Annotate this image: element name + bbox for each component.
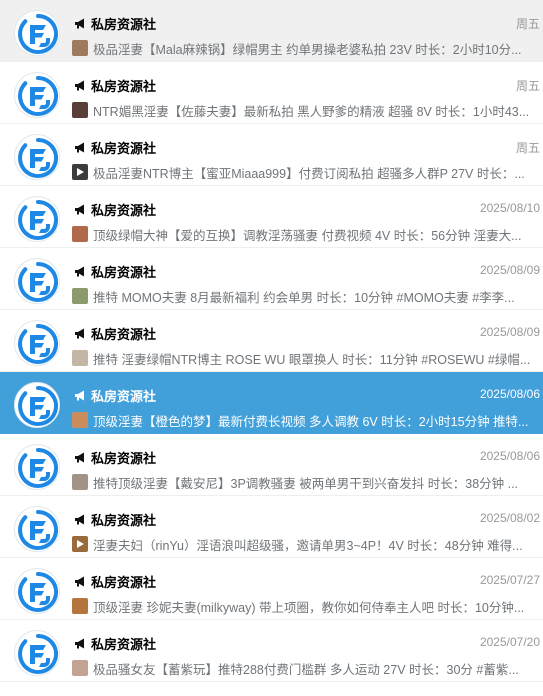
message-thumbnail <box>72 474 88 490</box>
megaphone-icon <box>74 203 87 216</box>
chat-date: 2025/08/09 <box>479 263 540 277</box>
chat-list-item[interactable]: 私房资源社 2025/08/09 推特 MOMO夫妻 8月最新福利 约会单男 时… <box>0 248 543 310</box>
chat-list-item[interactable]: 私房资源社 2025/08/06 推特顶级淫妻【戴安尼】3P调教骚妻 被两单男干… <box>0 434 543 496</box>
message-thumbnail <box>72 288 88 304</box>
channel-logo-icon <box>14 72 60 118</box>
megaphone-icon <box>74 451 87 464</box>
message-preview: 极品骚女友【蓄紫玩】推特288付费门槛群 多人运动 27V 时长：30分 #蓄紫… <box>93 662 519 677</box>
chat-date: 周五 <box>515 141 540 155</box>
chat-name: 私房资源社 <box>91 388 157 404</box>
chat-date: 2025/08/09 <box>479 325 540 339</box>
chat-name: 私房资源社 <box>91 202 157 218</box>
message-thumbnail <box>72 660 88 676</box>
chat-list-item[interactable]: 私房资源社 2025/07/20 极品骚女友【蓄紫玩】推特288付费门槛群 多人… <box>0 620 543 682</box>
megaphone-icon <box>74 575 87 588</box>
chat-name: 私房资源社 <box>91 326 157 342</box>
chat-name: 私房资源社 <box>91 140 157 156</box>
channel-logo-icon <box>14 506 60 552</box>
message-preview: 推特 MOMO夫妻 8月最新福利 约会单男 时长：10分钟 #MOMO夫妻 #李… <box>93 290 515 305</box>
chat-list: 私房资源社 周五 极品淫妻【Mala麻辣锅】绿帽男主 约单男操老婆私拍 23V … <box>0 0 543 696</box>
chat-date: 2025/08/10 <box>479 201 540 215</box>
message-preview: 极品淫妻NTR博主【蜜亚Miaaa999】付费订阅私拍 超骚多人群P 27V 时… <box>93 166 525 181</box>
message-thumbnail <box>72 536 88 552</box>
play-icon <box>77 168 84 176</box>
message-thumbnail <box>72 164 88 180</box>
message-thumbnail <box>72 102 88 118</box>
chat-name: 私房资源社 <box>91 264 157 280</box>
message-thumbnail <box>72 412 88 428</box>
message-thumbnail <box>72 350 88 366</box>
chat-name: 私房资源社 <box>91 512 157 528</box>
megaphone-icon <box>74 141 87 154</box>
chat-name: 私房资源社 <box>91 78 157 94</box>
chat-date: 2025/07/20 <box>479 635 540 649</box>
megaphone-icon <box>74 637 87 650</box>
channel-logo-icon <box>14 320 60 366</box>
chat-list-item[interactable]: 私房资源社 周五 极品淫妻NTR博主【蜜亚Miaaa999】付费订阅私拍 超骚多… <box>0 124 543 186</box>
message-preview: NTR媚黑淫妻【佐藤夫妻】最新私拍 黑人野爹的精液 超骚 8V 时长：1小时43… <box>93 104 530 119</box>
message-preview: 顶级淫妻 珍妮夫妻(milkyway) 带上项圈，教你如何侍奉主人吧 时长：10… <box>93 600 525 615</box>
play-icon <box>77 540 84 548</box>
chat-list-item[interactable]: 私房资源社 2025/08/02 淫妻夫妇（rinYu）淫语浪叫超级骚，邀请单男… <box>0 496 543 558</box>
message-thumbnail <box>72 226 88 242</box>
megaphone-icon <box>74 389 87 402</box>
chat-list-item-selected[interactable]: 私房资源社 2025/08/06 顶级淫妻【橙色的梦】最新付费长视频 多人调教 … <box>0 372 543 434</box>
megaphone-icon <box>74 327 87 340</box>
chat-name: 私房资源社 <box>91 16 157 32</box>
message-preview: 淫妻夫妇（rinYu）淫语浪叫超级骚，邀请单男3~4P！4V 时长：48分钟 难… <box>93 538 523 553</box>
message-preview: 推特 淫妻绿帽NTR博主 ROSE WU 眼罩换人 时长：11分钟 #ROSEW… <box>93 352 531 367</box>
chat-name: 私房资源社 <box>91 574 157 590</box>
channel-logo-icon <box>14 382 60 428</box>
chat-list-item[interactable]: 私房资源社 2025/07/27 顶级淫妻 珍妮夫妻(milkyway) 带上项… <box>0 558 543 620</box>
megaphone-icon <box>74 513 87 526</box>
channel-logo-icon <box>14 258 60 304</box>
megaphone-icon <box>74 17 87 30</box>
chat-list-item[interactable]: 私房资源社 周五 NTR媚黑淫妻【佐藤夫妻】最新私拍 黑人野爹的精液 超骚 8V… <box>0 62 543 124</box>
message-thumbnail <box>72 40 88 56</box>
chat-name: 私房资源社 <box>91 450 157 466</box>
channel-logo-icon <box>14 568 60 614</box>
chat-list-item[interactable]: 私房资源社 2025/08/10 顶级绿帽大神【爱的互换】调教淫荡骚妻 付费视频… <box>0 186 543 248</box>
message-preview: 顶级绿帽大神【爱的互换】调教淫荡骚妻 付费视频 4V 时长：56分钟 淫妻大..… <box>93 228 522 243</box>
channel-logo-icon <box>14 134 60 180</box>
megaphone-icon <box>74 265 87 278</box>
channel-logo-icon <box>14 444 60 490</box>
channel-logo-icon <box>14 196 60 242</box>
megaphone-icon <box>74 79 87 92</box>
chat-date: 2025/08/06 <box>479 449 540 463</box>
chat-date: 周五 <box>515 17 540 31</box>
chat-date: 周五 <box>515 79 540 93</box>
channel-logo-icon <box>14 10 60 56</box>
message-preview: 顶级淫妻【橙色的梦】最新付费长视频 多人调教 6V 时长：2小时15分钟 推特.… <box>93 414 529 429</box>
channel-logo-icon <box>14 630 60 676</box>
chat-date: 2025/08/06 <box>479 387 540 401</box>
message-preview: 极品淫妻【Mala麻辣锅】绿帽男主 约单男操老婆私拍 23V 时长：2小时10分… <box>93 42 522 57</box>
chat-list-item[interactable]: 私房资源社 周五 极品淫妻【Mala麻辣锅】绿帽男主 约单男操老婆私拍 23V … <box>0 0 543 62</box>
chat-date: 2025/08/02 <box>479 511 540 525</box>
chat-list-item[interactable]: 私房资源社 2025/08/09 推特 淫妻绿帽NTR博主 ROSE WU 眼罩… <box>0 310 543 372</box>
message-preview: 推特顶级淫妻【戴安尼】3P调教骚妻 被两单男干到兴奋发抖 时长：38分钟 ... <box>93 476 519 491</box>
message-thumbnail <box>72 598 88 614</box>
chat-name: 私房资源社 <box>91 636 157 652</box>
chat-date: 2025/07/27 <box>479 573 540 587</box>
